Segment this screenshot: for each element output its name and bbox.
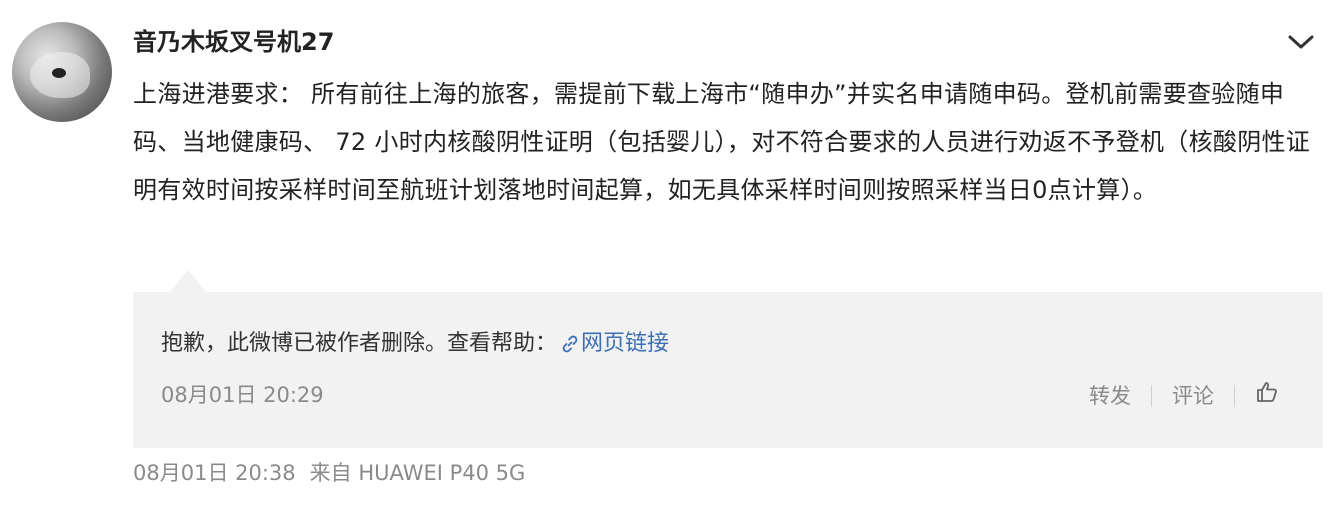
- deleted-notice-text: 抱歉，此微博已被作者删除。查看帮助：: [161, 331, 558, 356]
- author-name[interactable]: 音乃木坂叉号机27: [133, 24, 334, 60]
- weibo-post: 音乃木坂叉号机27 上海进港要求： 所有前往上海的旅客，需提前下载上海市“随申办…: [0, 0, 1336, 522]
- comment-button[interactable]: 评论: [1172, 381, 1214, 411]
- divider: [1234, 385, 1235, 407]
- help-link-label[interactable]: 网页链接: [581, 331, 669, 356]
- divider: [1151, 385, 1152, 407]
- deleted-notice: 抱歉，此微博已被作者删除。查看帮助： 网页链接: [161, 328, 669, 363]
- repost-notch: [170, 270, 206, 292]
- post-content: 上海进港要求： 所有前往上海的旅客，需提前下载上海市“随申办”并实名申请随申码。…: [133, 80, 1311, 204]
- help-link[interactable]: 网页链接: [557, 331, 669, 356]
- repost-timestamp[interactable]: 08月01日 20:29: [161, 380, 324, 410]
- chevron-down-icon[interactable]: [1286, 30, 1316, 54]
- forward-button[interactable]: 转发: [1089, 381, 1131, 411]
- post-meta: 08月01日 20:38 来自 HUAWEI P40 5G: [133, 458, 525, 488]
- thumbs-up-icon[interactable]: [1255, 380, 1279, 412]
- post-timestamp[interactable]: 08月01日 20:38: [133, 461, 296, 485]
- post-source: 来自 HUAWEI P40 5G: [309, 461, 526, 485]
- link-icon: [561, 331, 579, 363]
- repost-actions: 转发 评论: [1089, 380, 1279, 412]
- avatar[interactable]: [12, 22, 112, 122]
- repost-card: 抱歉，此微博已被作者删除。查看帮助： 网页链接 08月01日 20:29 转发 评…: [133, 292, 1323, 448]
